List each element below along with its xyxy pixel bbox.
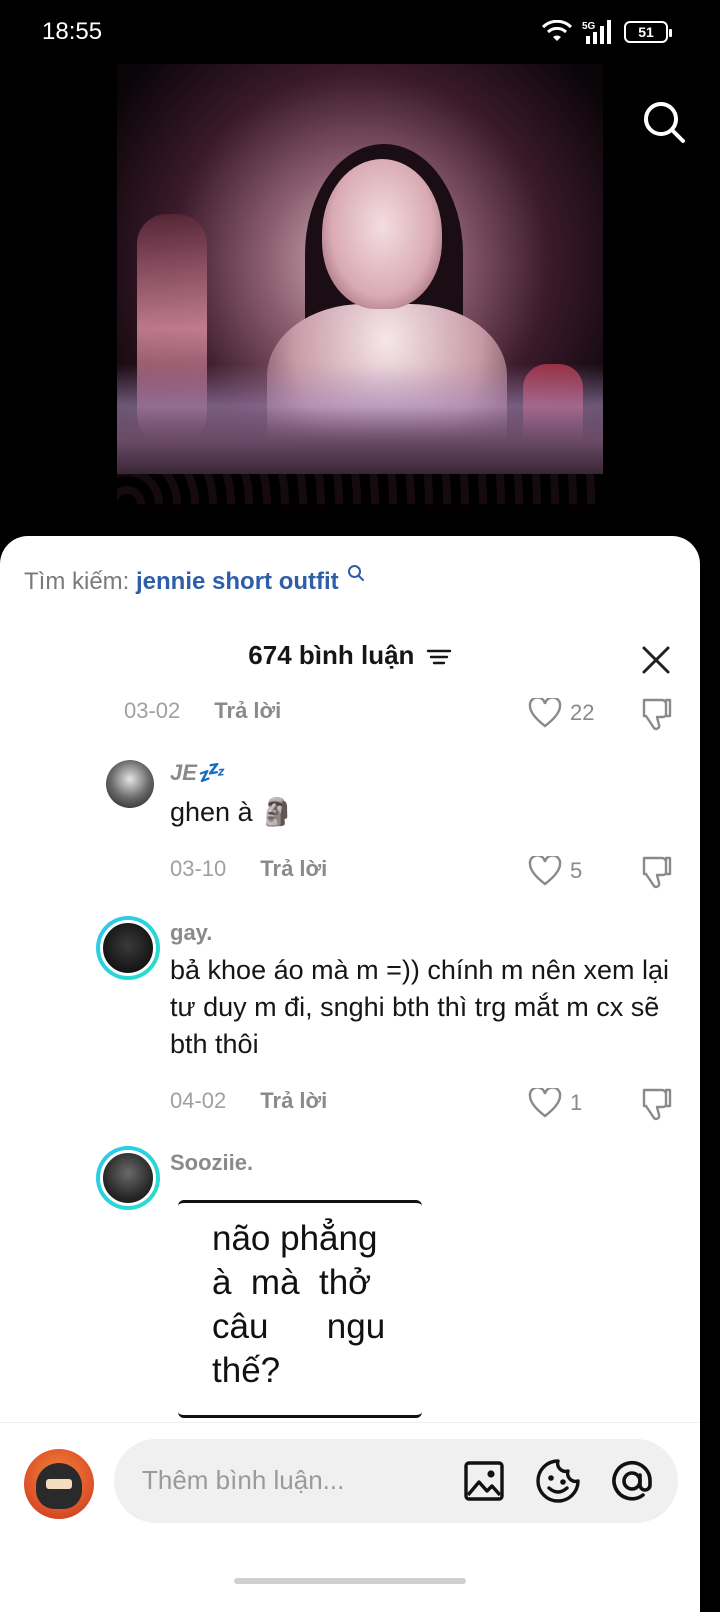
comment-sticker[interactable]: não phẳng à mà thở câu ngu thế? [178, 1200, 422, 1418]
comment-input-placeholder: Thêm bình luận... [142, 1465, 345, 1495]
comment-username[interactable]: Sooziie. [170, 1150, 253, 1176]
avatar[interactable] [96, 916, 160, 980]
wifi-icon [542, 20, 572, 41]
dislike-icon[interactable] [640, 696, 674, 732]
mention-icon[interactable] [608, 1457, 656, 1505]
screen-edge [700, 0, 720, 1612]
like-button[interactable]: 1 [528, 1088, 582, 1118]
heart-icon[interactable] [528, 856, 562, 886]
comment-username[interactable]: gay. [170, 920, 212, 946]
sticker-text: não phẳng à mà thở câu ngu thế? [212, 1219, 386, 1390]
like-count: 1 [570, 1090, 583, 1115]
video-player[interactable] [0, 64, 720, 564]
avatar-ninja [36, 1463, 82, 1509]
video-frame[interactable] [117, 64, 603, 504]
like-count: 22 [570, 700, 595, 725]
status-time: 18:55 [42, 18, 103, 45]
comments-list[interactable]: 03-02 Trả lời 22 JE💤 ghen à 🗿 03-10 Trả … [0, 688, 700, 1418]
reply-button[interactable]: Trả lời [260, 856, 327, 882]
search-suggestion-icon [348, 565, 365, 581]
avatar[interactable] [106, 760, 154, 808]
comment-input-bar: Thêm bình luận... [0, 1422, 700, 1552]
status-bar: 18:55 5G 51 [0, 0, 720, 64]
comments-header: 674 bình luận [0, 640, 700, 680]
search-suggestion[interactable]: Tìm kiếm: jennie short outfit [24, 565, 365, 596]
comment-date: 04-02 [170, 1088, 227, 1113]
comment-username[interactable]: JE💤 [170, 760, 224, 786]
search-suggestion-prefix: Tìm kiếm: [24, 568, 130, 595]
image-icon[interactable] [460, 1457, 508, 1505]
dislike-icon[interactable] [640, 1086, 674, 1122]
like-button[interactable]: 22 [528, 698, 594, 728]
battery-indicator: 51 [624, 21, 672, 43]
comments-count: 674 bình luận [248, 640, 415, 670]
like-button[interactable]: 5 [528, 856, 582, 886]
user-avatar[interactable] [24, 1449, 94, 1519]
heart-icon[interactable] [528, 1088, 562, 1118]
comment-text: bả khoe áo mà m =)) chính m nên xem lại … [170, 955, 669, 1059]
comments-count-title[interactable]: 674 bình luận [0, 640, 700, 671]
like-count: 5 [570, 858, 583, 883]
video-crowd [117, 474, 603, 504]
avatar[interactable] [96, 1146, 160, 1210]
heart-icon[interactable] [528, 698, 562, 728]
comment-date: 03-10 [170, 856, 227, 881]
signal-icon: 5G [582, 20, 611, 44]
comment-meta: 04-02 Trả lời [170, 1088, 327, 1114]
comment-text: ghen à 🗿 [170, 797, 294, 827]
network-label: 5G [582, 21, 596, 32]
sort-icon[interactable] [426, 647, 452, 667]
close-icon[interactable] [640, 644, 672, 676]
comment-date: 03-02 [124, 698, 181, 723]
search-suggestion-query[interactable]: jennie short outfit [136, 568, 339, 595]
video-face [322, 159, 442, 309]
home-indicator[interactable] [234, 1578, 466, 1584]
comment-input[interactable]: Thêm bình luận... [114, 1439, 678, 1523]
reply-button[interactable]: Trả lời [260, 1088, 327, 1114]
emoji-icon[interactable] [534, 1457, 582, 1505]
status-icons: 5G 51 [542, 20, 672, 44]
search-icon[interactable] [642, 100, 686, 144]
dislike-icon[interactable] [640, 854, 674, 890]
comment-meta: 03-02 Trả lời [124, 698, 281, 724]
reply-button[interactable]: Trả lời [214, 698, 281, 724]
comment-meta: 03-10 Trả lời [170, 856, 327, 882]
